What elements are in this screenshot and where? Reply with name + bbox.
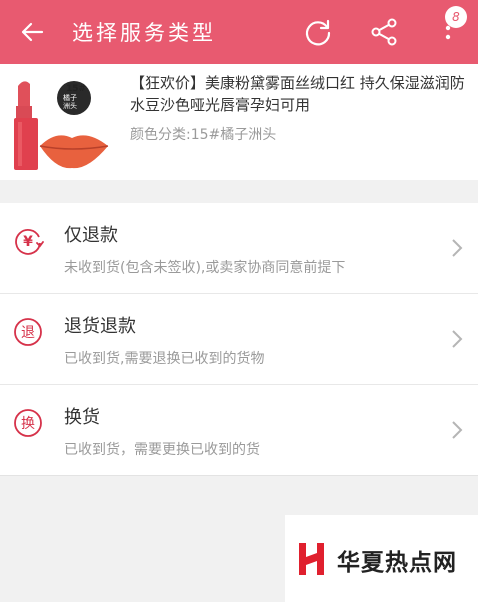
return-refund-icon-glyph: 退 [21, 325, 35, 341]
chevron-right-icon [452, 330, 463, 348]
watermark-text: 华夏热点网 [337, 550, 457, 576]
back-arrow-icon[interactable] [18, 18, 46, 46]
page-title: 选择服务类型 [72, 21, 216, 45]
refresh-icon[interactable] [302, 16, 334, 48]
option-refund-only[interactable]: ¥ 仅退款 未收到货(包含未签收),或卖家协商同意前提下 [0, 203, 478, 294]
option-exchange[interactable]: 换 换货 已收到货，需要更换已收到的货 [0, 385, 478, 476]
refund-icon-glyph: ¥ [23, 234, 33, 250]
exchange-icon-glyph: 换 [21, 415, 35, 432]
product-image-subtext: 橘子洲头 [63, 94, 77, 110]
product-title: 【狂欢价】美康粉黛雾面丝绒口红 持久保湿滋润防水豆沙色哑光唇膏孕妇可用 [130, 74, 465, 114]
chevron-right-icon [452, 421, 463, 439]
return-refund-icon: 退 [14, 318, 42, 346]
option-return-refund[interactable]: 退 退货退款 已收到货,需要退换已收到的货物 [0, 294, 478, 385]
product-spec: 颜色分类:15#橘子洲头 [130, 127, 277, 143]
option-description: 未收到货(包含未签收),或卖家协商同意前提下 [64, 260, 346, 276]
product-image-label: 15# [66, 84, 87, 94]
option-description: 已收到货,需要退换已收到的货物 [64, 351, 265, 367]
option-label: 仅退款 [64, 225, 118, 246]
option-label: 退货退款 [64, 316, 136, 337]
product-summary: 15# 橘子洲头 【狂欢价】美康粉黛雾面丝绒口红 持久保湿滋润防水豆沙色哑光唇膏… [0, 64, 478, 180]
watermark-logo-icon [299, 543, 324, 575]
notification-badge: 8 [445, 6, 467, 28]
product-image [10, 74, 114, 174]
watermark: 华夏热点网 [285, 515, 478, 602]
refund-icon: ¥ [15, 229, 44, 255]
share-icon[interactable] [368, 16, 400, 48]
chevron-right-icon [452, 239, 463, 257]
option-description: 已收到货，需要更换已收到的货 [64, 442, 260, 458]
top-bar: 选择服务类型 8 [0, 0, 478, 64]
option-label: 换货 [64, 407, 100, 428]
exchange-icon: 换 [14, 409, 42, 437]
service-type-list: ¥ 仅退款 未收到货(包含未签收),或卖家协商同意前提下 退 退货退款 已收到货… [0, 203, 478, 476]
